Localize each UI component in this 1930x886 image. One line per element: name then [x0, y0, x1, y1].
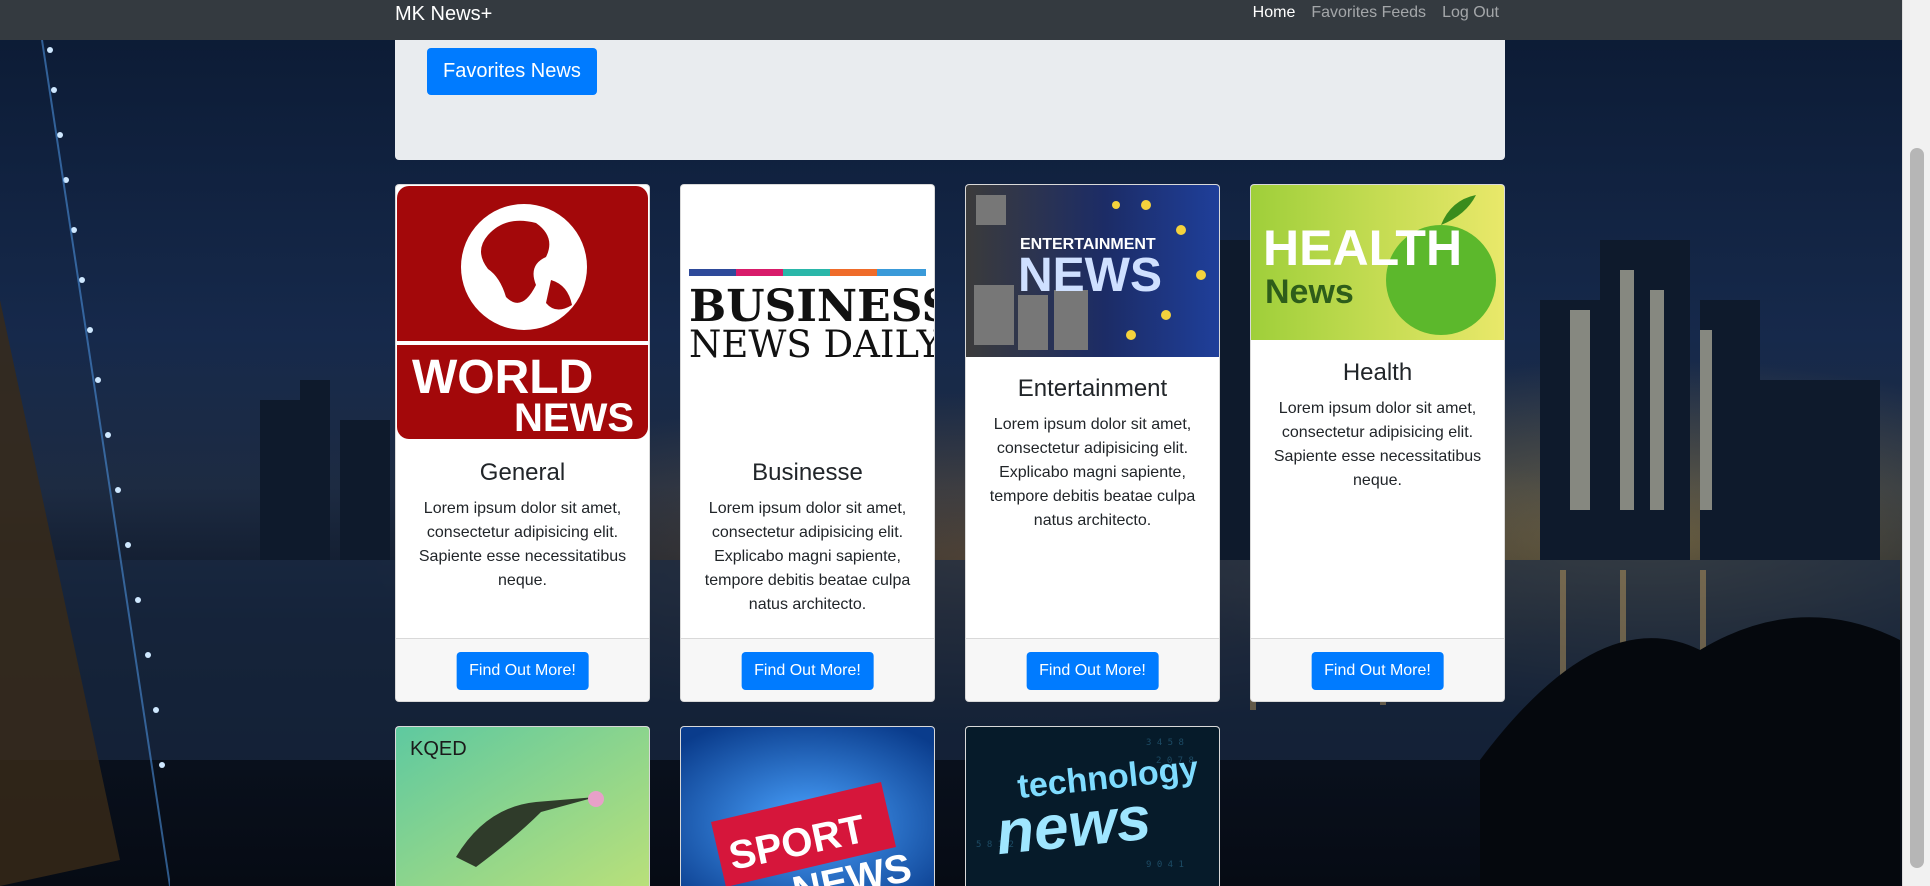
news-card-business: BUSINESS NEWS DAILY Businesse Lorem ipsu… [680, 184, 935, 702]
find-out-more-button[interactable]: Find Out More! [741, 652, 874, 690]
svg-text:9 0 4 1: 9 0 4 1 [1146, 860, 1184, 870]
card-footer: Find Out More! [1251, 638, 1504, 701]
nav-links: Home Favorites Feeds Log Out [1253, 3, 1499, 23]
card-body: Entertainment Lorem ipsum dolor sit amet… [966, 357, 1219, 533]
card-text: Lorem ipsum dolor sit amet, consectetur … [1273, 400, 1482, 489]
health-news-image: HEALTH News [1251, 185, 1504, 340]
nav-link-home[interactable]: Home [1253, 3, 1296, 23]
world-news-image-line2: NEWS [514, 396, 634, 440]
news-card-sport: SPORT NEWS [680, 726, 935, 886]
news-card-health: HEALTH News Health Lorem ipsum dolor sit… [1250, 184, 1505, 702]
find-out-more-button[interactable]: Find Out More! [1026, 652, 1159, 690]
card-title: General [479, 459, 566, 486]
nav-link-log-out[interactable]: Log Out [1442, 3, 1499, 23]
card-footer: Find Out More! [396, 638, 649, 701]
scrollbar-thumb[interactable] [1910, 148, 1924, 868]
card-body: Businesse Lorem ipsum dolor sit amet, co… [681, 443, 934, 617]
news-card-kqed: KQED [395, 726, 650, 886]
svg-text:3 4 5 8: 3 4 5 8 [1146, 738, 1184, 748]
card-title: Entertainment [1017, 375, 1168, 402]
card-footer: Find Out More! [966, 638, 1219, 701]
find-out-more-button[interactable]: Find Out More! [1311, 652, 1444, 690]
card-title: Health [1342, 359, 1413, 386]
vertical-scrollbar[interactable] [1902, 0, 1930, 886]
health-image-line1: HEALTH [1263, 220, 1462, 276]
favorites-news-button[interactable]: Favorites News [427, 48, 597, 95]
card-text: Lorem ipsum dolor sit amet, consectetur … [418, 500, 627, 589]
business-image-line2: NEWS DAILY [689, 323, 934, 366]
card-text: Lorem ipsum dolor sit amet, consectetur … [989, 416, 1196, 529]
brand-logo[interactable]: MK News+ [395, 1, 492, 27]
sport-news-image: SPORT NEWS [681, 727, 934, 886]
card-body: Health Lorem ipsum dolor sit amet, conse… [1251, 340, 1504, 493]
world-news-image: WORLD NEWS [396, 185, 649, 443]
find-out-more-button[interactable]: Find Out More! [456, 652, 589, 690]
kqed-image-label: KQED [410, 738, 467, 760]
entertainment-news-image: ENTERTAINMENT NEWS [966, 185, 1219, 357]
jumbotron: Favorites News [395, 40, 1505, 160]
health-image-line2: News [1265, 273, 1354, 311]
technology-news-image: 3 4 5 82 0 7 8 5 8 1 29 0 4 1 technology… [966, 727, 1219, 886]
card-title: Businesse [752, 459, 863, 486]
bridge-lights-decoration [41, 40, 170, 886]
news-card-general: WORLD NEWS General Lorem ipsum dolor sit… [395, 184, 650, 702]
card-footer: Find Out More! [681, 638, 934, 701]
card-text: Lorem ipsum dolor sit amet, consectetur … [704, 500, 911, 613]
news-card-entertainment: ENTERTAINMENT NEWS Entertainment Lorem i… [965, 184, 1220, 702]
nav-link-favorites-feeds[interactable]: Favorites Feeds [1311, 3, 1426, 23]
top-navbar: MK News+ Home Favorites Feeds Log Out [0, 0, 1902, 40]
kqed-hummingbird-image: KQED [396, 727, 649, 886]
card-body: General Lorem ipsum dolor sit amet, cons… [396, 443, 649, 593]
news-card-technology: 3 4 5 82 0 7 8 5 8 1 29 0 4 1 technology… [965, 726, 1220, 886]
entertainment-image-line2: NEWS [1018, 249, 1162, 302]
business-news-daily-image: BUSINESS NEWS DAILY [681, 185, 934, 443]
